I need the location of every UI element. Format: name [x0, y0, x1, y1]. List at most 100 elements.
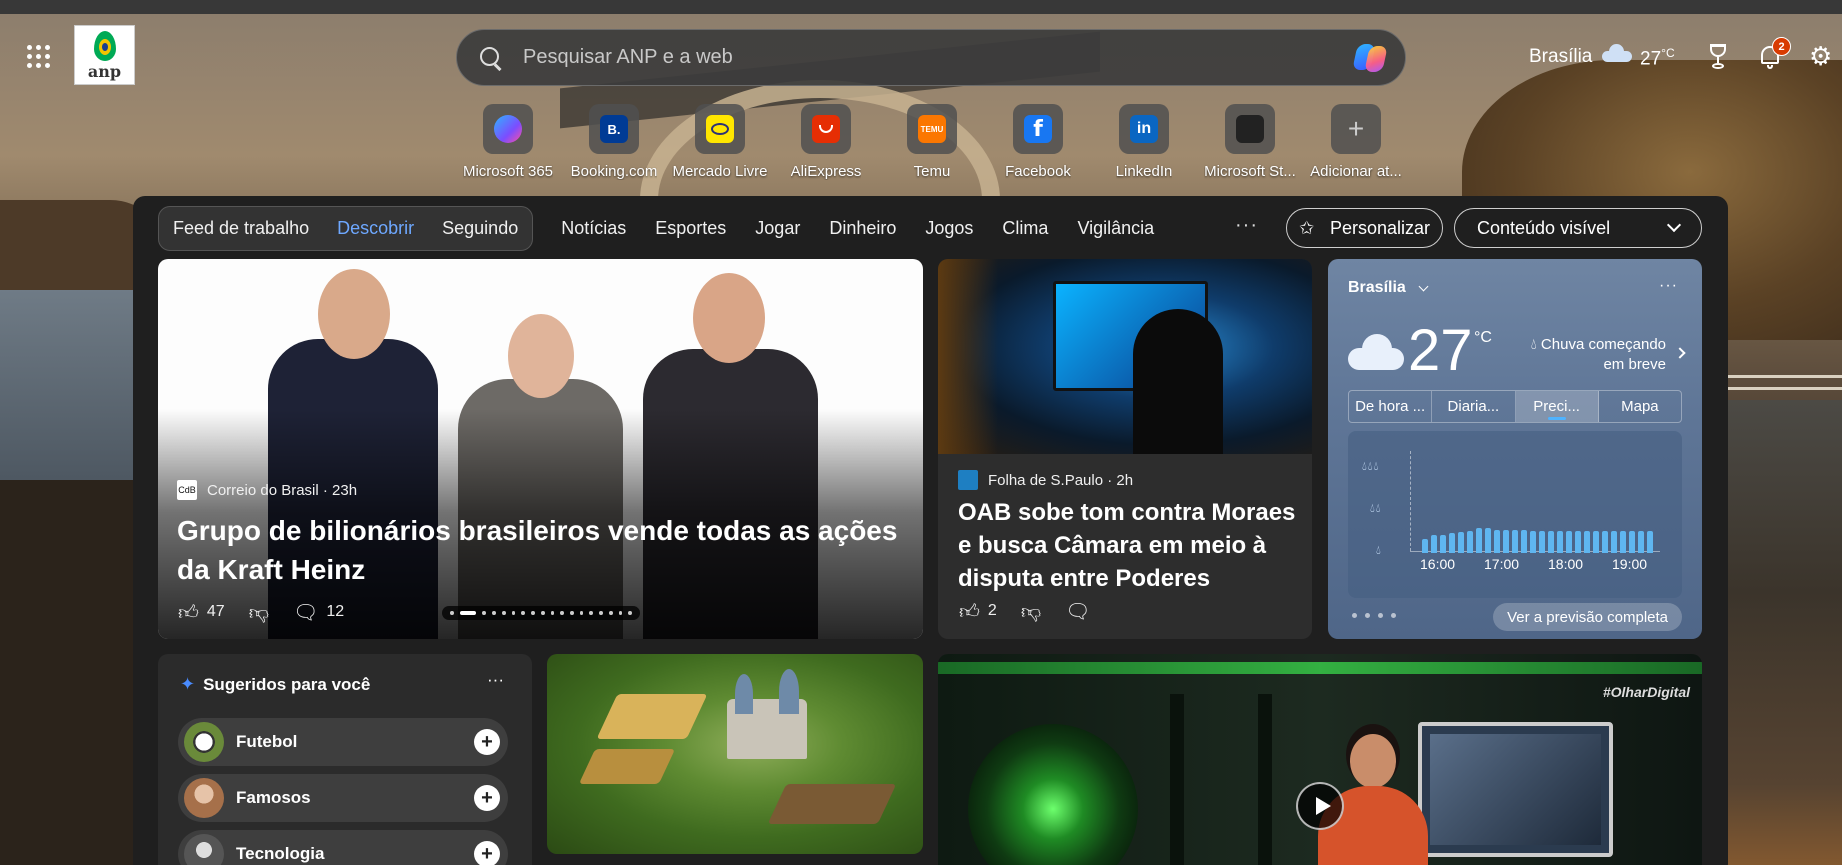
comment-icon[interactable]: 🗨︎ — [293, 602, 318, 622]
carousel-pager[interactable] — [442, 606, 640, 620]
weather-pager[interactable] — [1352, 613, 1396, 618]
precipitation-bar — [1467, 531, 1473, 553]
aliexpress-icon — [812, 115, 840, 143]
game-card-image[interactable] — [547, 654, 923, 854]
news-card-image — [938, 259, 1312, 454]
full-forecast-button[interactable]: Ver a previsão completa — [1493, 603, 1682, 631]
tab-jogos[interactable]: Jogos — [925, 218, 973, 239]
tab-descobrir[interactable]: Descobrir — [337, 218, 414, 239]
raindrop-icon: 💧︎ — [1530, 336, 1537, 353]
comment-icon[interactable]: 🗨︎ — [1065, 601, 1090, 621]
like-icon[interactable]: 👍︎ — [959, 601, 980, 621]
precipitation-bar — [1638, 531, 1644, 553]
chevron-down-icon — [1418, 281, 1429, 291]
suggestion-chip-futebol[interactable]: Futebol + — [178, 718, 508, 766]
app-launcher-icon[interactable] — [27, 45, 51, 69]
precipitation-bar — [1431, 535, 1437, 553]
weather-tabs: De hora ... Diaria... Preci... Mapa — [1348, 390, 1682, 423]
play-icon[interactable] — [1296, 782, 1344, 830]
weather-city: Brasília — [1348, 279, 1406, 296]
nav-more-button[interactable]: ··· — [1235, 214, 1258, 237]
precipitation-bar — [1620, 531, 1626, 553]
tab-daily[interactable]: Diaria... — [1432, 391, 1516, 422]
header-temperature-value: 27 — [1640, 48, 1662, 70]
hero-source-logo: CdB — [177, 480, 197, 500]
precipitation-bar — [1449, 533, 1455, 553]
tab-vigilancia[interactable]: Vigilância — [1077, 218, 1154, 239]
weather-condition[interactable]: 💧︎ Chuva começando em breve — [1506, 335, 1666, 375]
header-location[interactable]: Brasília — [1529, 46, 1592, 68]
tab-hourly[interactable]: De hora ... — [1349, 391, 1433, 422]
quick-link-booking[interactable]: B. Booking.com — [561, 104, 667, 180]
suggestion-label: Futebol — [236, 732, 298, 751]
famosos-avatar — [184, 778, 224, 818]
follow-plus-icon[interactable]: + — [474, 729, 500, 755]
like-icon[interactable]: 👍︎ — [178, 602, 199, 622]
precipitation-bar — [1593, 531, 1599, 553]
tab-feed-de-trabalho[interactable]: Feed de trabalho — [173, 218, 309, 239]
search-bar[interactable] — [456, 29, 1406, 86]
tab-jogar[interactable]: Jogar — [755, 218, 800, 239]
copilot-icon[interactable] — [1351, 40, 1389, 76]
weather-more-button[interactable]: ··· — [1659, 277, 1678, 295]
video-eye-graphic — [968, 724, 1138, 865]
notification-count-badge: 2 — [1772, 37, 1791, 56]
weather-card: Brasília ··· 27 °C 💧︎ Chuva começando em… — [1328, 259, 1702, 639]
weather-city-selector[interactable]: Brasília — [1348, 279, 1429, 297]
quick-link-label: Facebook — [1005, 163, 1071, 180]
quick-link-facebook[interactable]: f Facebook — [985, 104, 1091, 180]
suggestion-chip-tecnologia[interactable]: Tecnologia + — [178, 830, 508, 865]
precipitation-bar — [1503, 530, 1509, 553]
add-shortcut-plus-icon: + — [1347, 113, 1365, 144]
quick-link-microsoft-store[interactable]: Microsoft St... — [1197, 104, 1303, 180]
content-visible-dropdown[interactable]: Conteúdo visível — [1454, 208, 1702, 248]
precipitation-chart: 💧︎💧︎💧︎ 💧︎💧︎ 💧︎ 16:00 17:00 18:00 19:00 — [1348, 431, 1682, 598]
quick-link-mercado-livre[interactable]: Mercado Livre — [667, 104, 773, 180]
quick-link-label: Microsoft St... — [1204, 163, 1296, 180]
precipitation-bar — [1422, 539, 1428, 553]
suggestions-more-button[interactable]: ··· — [487, 670, 504, 690]
quick-link-microsoft-365[interactable]: Microsoft 365 — [455, 104, 561, 180]
soccer-ball-avatar — [184, 722, 224, 762]
suggestion-chip-famosos[interactable]: Famosos + — [178, 774, 508, 822]
tab-dinheiro[interactable]: Dinheiro — [829, 218, 896, 239]
x-tick-label: 16:00 — [1420, 556, 1456, 572]
quick-link-linkedin[interactable]: in LinkedIn — [1091, 104, 1197, 180]
search-input[interactable] — [523, 46, 1351, 69]
tab-noticias[interactable]: Notícias — [561, 218, 626, 239]
tab-seguindo[interactable]: Seguindo — [442, 218, 518, 239]
tab-precipitation[interactable]: Preci... — [1515, 391, 1599, 422]
precipitation-bar — [1557, 531, 1563, 553]
card2-source[interactable]: Folha de S.Paulo · 2h — [958, 470, 1133, 490]
dislike-icon[interactable]: 👎︎ — [1021, 601, 1041, 621]
quick-link-aliexpress[interactable]: AliExpress — [773, 104, 879, 180]
hero-source[interactable]: CdB Correio do Brasil · 23h — [177, 480, 357, 500]
card2-source-text: Folha de S.Paulo · 2h — [988, 471, 1134, 489]
header-temperature[interactable]: 27°C — [1640, 46, 1675, 70]
settings-gear-icon[interactable]: ⚙ — [1809, 44, 1835, 70]
follow-plus-icon[interactable]: + — [474, 841, 500, 865]
cloud-icon — [1602, 44, 1632, 62]
precipitation-bar — [1611, 531, 1617, 553]
tab-esportes[interactable]: Esportes — [655, 218, 726, 239]
dislike-icon[interactable]: 👎︎ — [249, 602, 269, 622]
trophy-icon[interactable] — [1706, 44, 1730, 70]
chevron-right-icon[interactable] — [1674, 347, 1686, 359]
quick-link-add[interactable]: + Adicionar at... — [1303, 104, 1409, 180]
tecnologia-avatar — [184, 834, 224, 865]
precipitation-bar — [1629, 531, 1635, 553]
precipitation-bar — [1539, 531, 1545, 553]
personalize-button[interactable]: ✩ Personalizar — [1286, 208, 1443, 248]
follow-plus-icon[interactable]: + — [474, 785, 500, 811]
search-icon[interactable] — [479, 46, 503, 70]
anp-logo[interactable]: anp — [74, 25, 135, 85]
suggestion-label: Famosos — [236, 788, 311, 807]
tab-map[interactable]: Mapa — [1599, 391, 1681, 422]
hero-headline[interactable]: Grupo de bilionários brasileiros vende t… — [177, 511, 907, 589]
tab-clima[interactable]: Clima — [1002, 218, 1048, 239]
quick-link-temu[interactable]: TEMU Temu — [879, 104, 985, 180]
microsoft-365-icon — [494, 115, 522, 143]
quick-link-label: Booking.com — [570, 163, 658, 180]
card2-headline[interactable]: OAB sobe tom contra Moraes e busca Câmar… — [958, 496, 1298, 595]
video-card[interactable]: #OlharDigital — [938, 654, 1702, 865]
